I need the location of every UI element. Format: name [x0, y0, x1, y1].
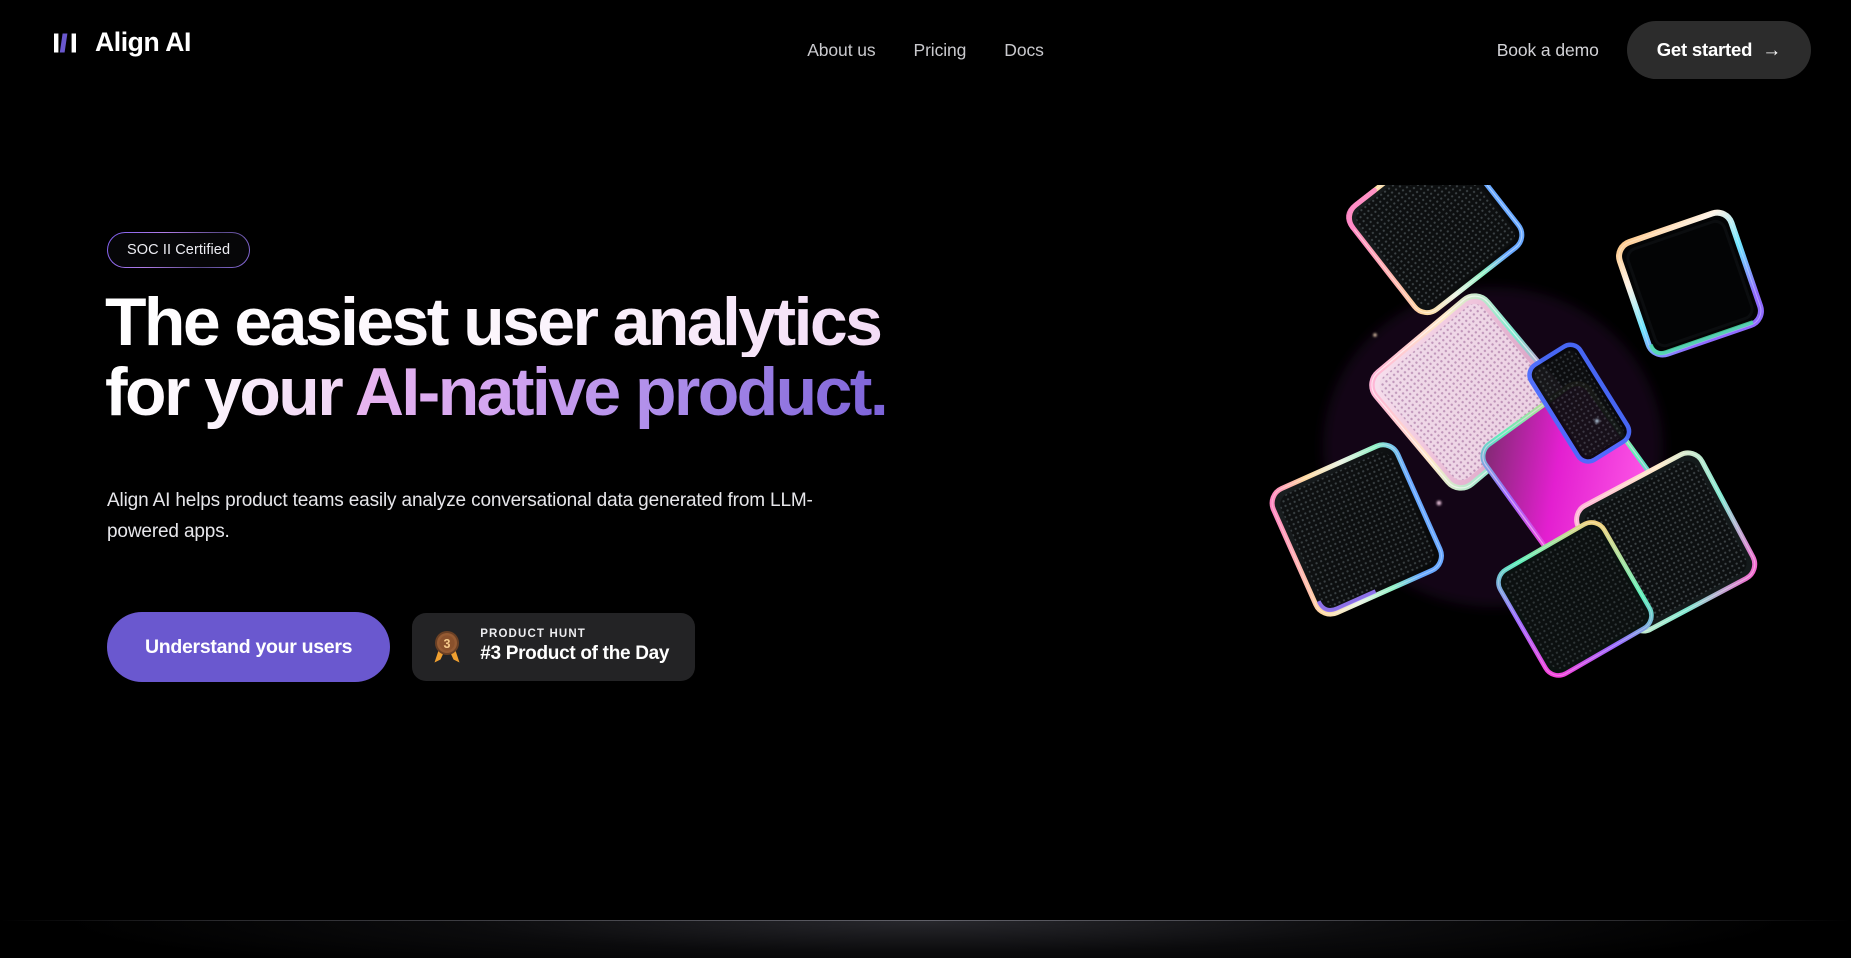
- svg-text:3: 3: [444, 637, 451, 651]
- get-started-label: Get started: [1656, 39, 1753, 60]
- nav-link-docs[interactable]: Docs: [1001, 34, 1046, 67]
- iridescent-3d-cubes-graphic: [1225, 185, 1765, 705]
- product-hunt-title: #3 Product of the Day: [480, 642, 670, 664]
- nav-actions: Book a demo Get started →: [1497, 0, 1811, 100]
- understand-your-users-button[interactable]: Understand your users: [107, 612, 391, 682]
- top-navigation-bar: Align AI About us Pricing Docs Book a de…: [0, 0, 1851, 100]
- arrow-right-icon: →: [1762, 39, 1781, 61]
- headline-line-2-accent: AI-native product.: [354, 354, 889, 431]
- headline-line-2: for your AI-native product.: [105, 357, 1105, 427]
- product-hunt-badge[interactable]: 3 PRODUCT HUNT #3 Product of the Day: [412, 613, 696, 681]
- bronze-medal-icon: 3: [430, 629, 464, 665]
- soc-certified-badge[interactable]: SOC II Certified: [107, 232, 250, 268]
- nav-link-about-us[interactable]: About us: [804, 34, 878, 67]
- page-root: Align AI About us Pricing Docs Book a de…: [0, 0, 1851, 958]
- hero-subheadline: Align AI helps product teams easily anal…: [107, 490, 813, 542]
- book-a-demo-link[interactable]: Book a demo: [1497, 40, 1599, 61]
- next-section-glow: [0, 921, 1851, 958]
- product-hunt-text: PRODUCT HUNT #3 Product of the Day: [480, 629, 669, 664]
- page-title: The easiest user analytics for your AI-n…: [105, 287, 1105, 427]
- soc-certified-badge-label: SOC II Certified: [127, 242, 231, 258]
- hero-section: SOC II Certified The easiest user analyt…: [0, 0, 1851, 958]
- get-started-button[interactable]: Get started →: [1626, 21, 1811, 79]
- headline-line-1: The easiest user analytics: [105, 287, 1105, 357]
- hero-cta-row: Understand your users 3 PRODUCT HUNT #3 …: [107, 612, 696, 682]
- product-hunt-label: PRODUCT HUNT: [480, 628, 586, 641]
- headline-line-2-plain: for your: [105, 354, 355, 431]
- nav-link-pricing[interactable]: Pricing: [911, 34, 970, 67]
